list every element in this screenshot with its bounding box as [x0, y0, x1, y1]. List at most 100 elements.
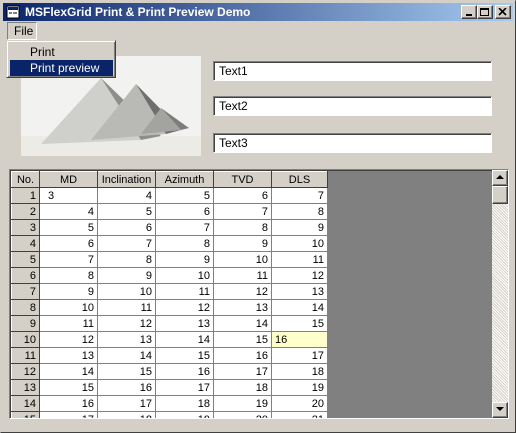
cell-tvd[interactable]: 18: [213, 379, 272, 396]
table-row[interactable]: 10 12 13 14 15 16: [11, 331, 328, 348]
cell-dls[interactable]: 12: [271, 267, 328, 284]
row-number[interactable]: 1: [11, 187, 40, 204]
row-number[interactable]: 2: [11, 203, 40, 220]
cell-tvd[interactable]: 15: [213, 331, 272, 348]
cell-md[interactable]: 10: [39, 299, 98, 316]
row-number[interactable]: 10: [11, 331, 40, 348]
cell-dls[interactable]: 17: [271, 347, 328, 364]
cell-tvd[interactable]: 20: [213, 411, 272, 418]
close-button[interactable]: [495, 5, 511, 19]
cell-inclination[interactable]: 18: [97, 411, 156, 418]
table-row[interactable]: 4 6 7 8 9 10: [11, 235, 328, 252]
cell-azimuth[interactable]: 9: [155, 251, 214, 268]
cell-md[interactable]: 15: [39, 379, 98, 396]
cell-inclination[interactable]: 8: [97, 251, 156, 268]
cell-inclination[interactable]: 9: [97, 267, 156, 284]
cell-tvd[interactable]: 17: [213, 363, 272, 380]
cell-md[interactable]: 3: [39, 187, 98, 204]
row-number[interactable]: 12: [11, 363, 40, 380]
cell-md[interactable]: 4: [39, 203, 98, 220]
table-row[interactable]: 9 11 12 13 14 15: [11, 315, 328, 332]
scroll-up-button[interactable]: [492, 170, 508, 186]
table-row[interactable]: 151718192021: [11, 411, 328, 418]
cell-dls[interactable]: 18: [271, 363, 328, 380]
cell-inclination[interactable]: 4: [97, 187, 156, 204]
cell-tvd[interactable]: 11: [213, 267, 272, 284]
cell-tvd[interactable]: 6: [213, 187, 272, 204]
cell-dls[interactable]: 9: [271, 219, 328, 236]
header-no[interactable]: No.: [11, 171, 40, 188]
cell-inclination[interactable]: 10: [97, 283, 156, 300]
cell-inclination[interactable]: 16: [97, 379, 156, 396]
row-number[interactable]: 3: [11, 219, 40, 236]
header-dls[interactable]: DLS: [271, 171, 328, 188]
table-row[interactable]: 6 8 9 10 11 12: [11, 267, 328, 284]
cell-md[interactable]: 9: [39, 283, 98, 300]
maximize-button[interactable]: [477, 5, 493, 19]
cell-inclination[interactable]: 6: [97, 219, 156, 236]
table-row[interactable]: 356789: [11, 219, 328, 236]
table-row[interactable]: 13 15 16 17 18 19: [11, 379, 328, 396]
table-row[interactable]: 245678: [11, 203, 328, 220]
menu-file[interactable]: File: [7, 22, 37, 40]
row-number[interactable]: 13: [11, 379, 40, 396]
table-row[interactable]: 14 16 17 18 19 20: [11, 395, 328, 412]
cell-azimuth[interactable]: 12: [155, 299, 214, 316]
cell-azimuth[interactable]: 18: [155, 395, 214, 412]
table-row[interactable]: 11 13 14 15 16 17: [11, 347, 328, 364]
app-icon[interactable]: [6, 5, 20, 19]
table-row[interactable]: 134567: [11, 187, 328, 204]
header-azimuth[interactable]: Azimuth: [155, 171, 214, 188]
cell-md[interactable]: 16: [39, 395, 98, 412]
cell-tvd[interactable]: 16: [213, 347, 272, 364]
cell-md[interactable]: 6: [39, 235, 98, 252]
cell-azimuth[interactable]: 5: [155, 187, 214, 204]
cell-md[interactable]: 8: [39, 267, 98, 284]
cell-azimuth[interactable]: 10: [155, 267, 214, 284]
cell-azimuth[interactable]: 16: [155, 363, 214, 380]
cell-inclination[interactable]: 14: [97, 347, 156, 364]
row-number[interactable]: 4: [11, 235, 40, 252]
cell-tvd[interactable]: 12: [213, 283, 272, 300]
menu-item-print[interactable]: Print: [10, 44, 113, 60]
cell-azimuth[interactable]: 7: [155, 219, 214, 236]
row-number[interactable]: 11: [11, 347, 40, 364]
cell-azimuth[interactable]: 8: [155, 235, 214, 252]
cell-md[interactable]: 12: [39, 331, 98, 348]
minimize-button[interactable]: [461, 5, 477, 19]
cell-dls[interactable]: 19: [271, 379, 328, 396]
scroll-thumb[interactable]: [492, 186, 508, 204]
header-md[interactable]: MD: [39, 171, 98, 188]
row-number[interactable]: 14: [11, 395, 40, 412]
cell-tvd[interactable]: 7: [213, 203, 272, 220]
cell-inclination[interactable]: 15: [97, 363, 156, 380]
row-number[interactable]: 15: [11, 411, 40, 418]
cell-md[interactable]: 11: [39, 315, 98, 332]
row-number[interactable]: 6: [11, 267, 40, 284]
cell-dls[interactable]: 20: [271, 395, 328, 412]
cell-dls[interactable]: 10: [271, 235, 328, 252]
menu-item-print-preview[interactable]: Print preview: [10, 60, 113, 76]
scroll-down-button[interactable]: [492, 402, 508, 418]
cell-tvd[interactable]: 10: [213, 251, 272, 268]
cell-dls[interactable]: 15: [271, 315, 328, 332]
table-row[interactable]: 5 7 8 9 10 11: [11, 251, 328, 268]
cell-inclination[interactable]: 12: [97, 315, 156, 332]
cell-dls[interactable]: 13: [271, 283, 328, 300]
cell-tvd[interactable]: 14: [213, 315, 272, 332]
cell-azimuth[interactable]: 17: [155, 379, 214, 396]
cell-azimuth[interactable]: 11: [155, 283, 214, 300]
cell-dls[interactable]: 8: [271, 203, 328, 220]
cell-dls[interactable]: 14: [271, 299, 328, 316]
cell-md[interactable]: 13: [39, 347, 98, 364]
title-bar[interactable]: MSFlexGrid Print & Print Preview Demo: [3, 3, 513, 21]
current-cell[interactable]: 16: [271, 331, 328, 348]
cell-tvd[interactable]: 9: [213, 235, 272, 252]
cell-dls[interactable]: 7: [271, 187, 328, 204]
row-number[interactable]: 9: [11, 315, 40, 332]
cell-md[interactable]: 5: [39, 219, 98, 236]
cell-inclination[interactable]: 13: [97, 331, 156, 348]
cell-azimuth[interactable]: 19: [155, 411, 214, 418]
header-inclination[interactable]: Inclination: [97, 171, 156, 188]
row-number[interactable]: 5: [11, 251, 40, 268]
